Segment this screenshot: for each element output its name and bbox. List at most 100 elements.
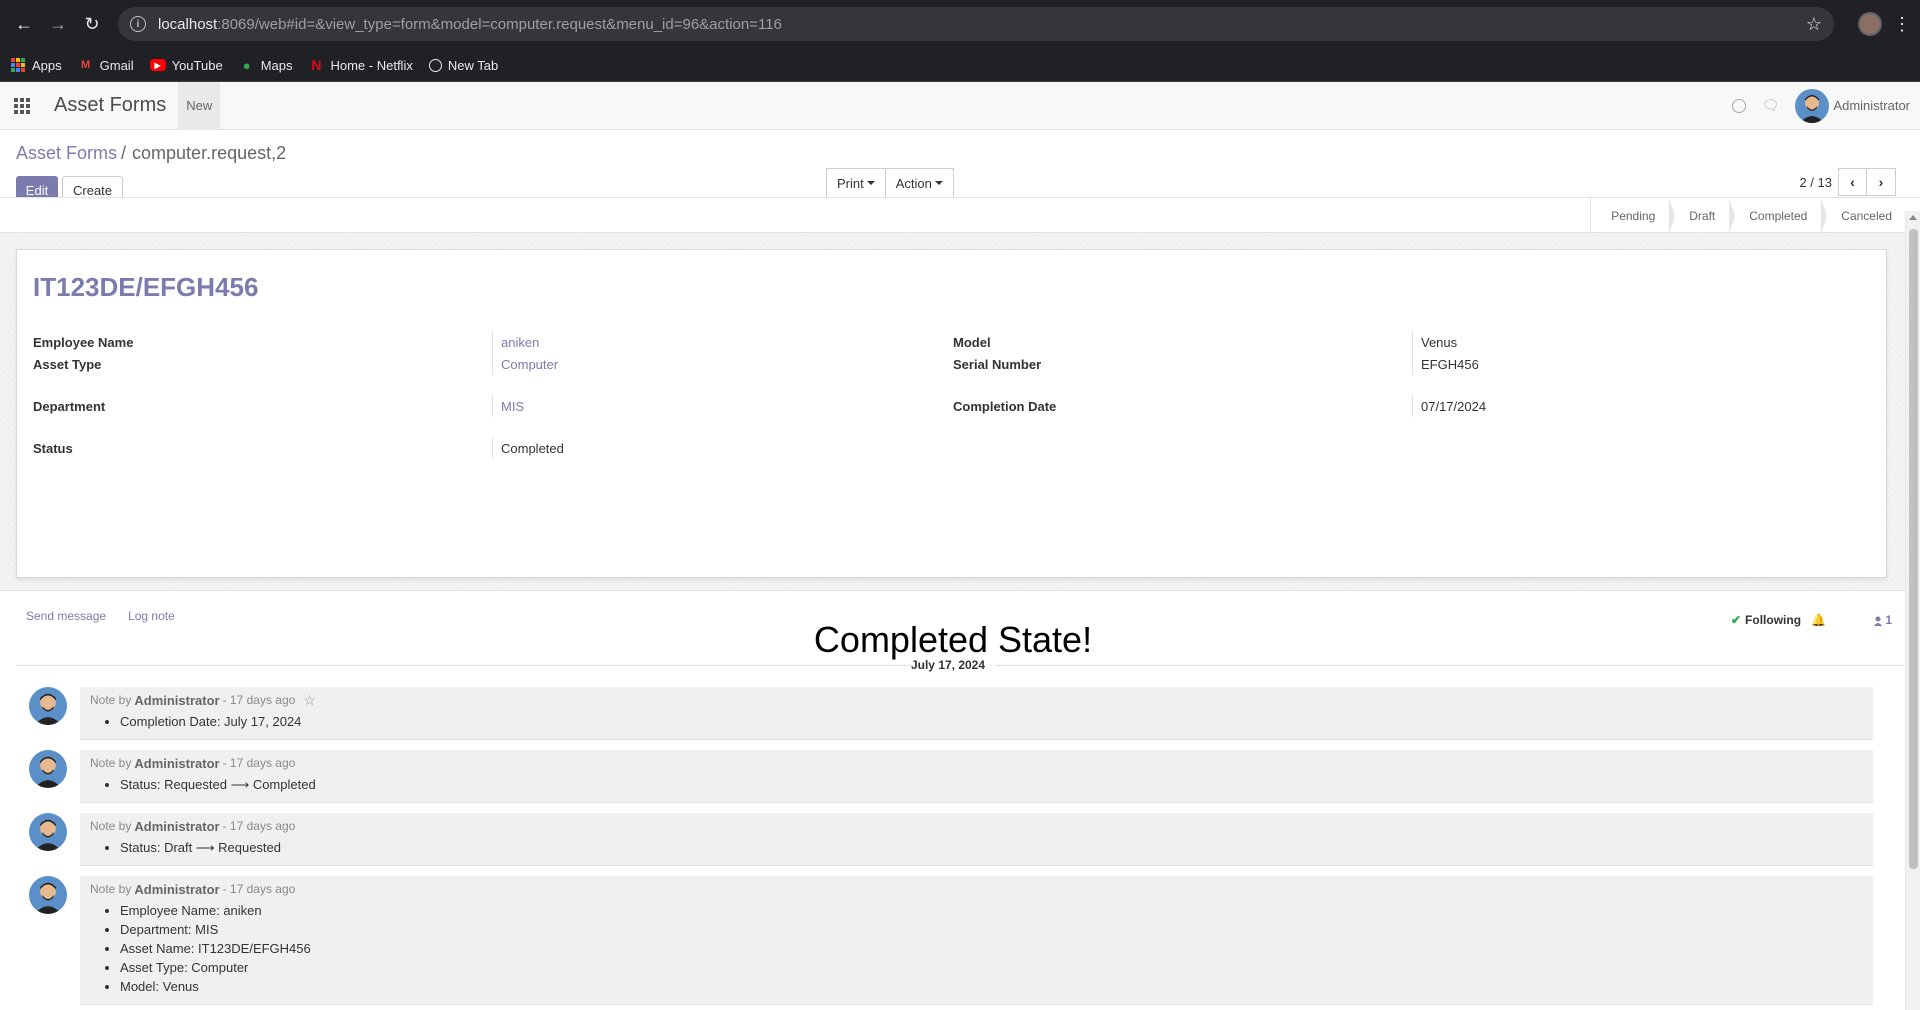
globe-icon (428, 58, 442, 72)
pager-previous-button[interactable]: ‹ (1838, 168, 1867, 196)
maps-icon: ● (242, 57, 251, 73)
form-sheet: IT123DE/EFGH456 Employee Name aniken Mod… (16, 249, 1887, 578)
model-value: Venus (1412, 331, 1873, 353)
message-prefix: Note by (90, 693, 132, 707)
star-icon[interactable]: ☆ (303, 692, 316, 709)
asset-type-value[interactable]: Computer (492, 353, 953, 375)
list-item: Note by Administrator - 17 days ago ☆ Co… (16, 687, 1904, 740)
avatar[interactable] (29, 813, 67, 851)
list-item: Note by Administrator - 17 days ago Empl… (16, 876, 1904, 1005)
app-navbar: Asset Forms New 🗨 Administrator (0, 81, 1920, 130)
person-icon (1874, 615, 1883, 626)
activity-clock-icon[interactable] (1731, 98, 1746, 113)
tracking-value: Asset Name: IT123DE/EFGH456 (120, 939, 1863, 958)
stage-completed[interactable]: Completed (1729, 198, 1828, 234)
avatar[interactable] (1795, 88, 1830, 123)
serial-number-label: Serial Number (953, 356, 1042, 372)
bookmark-label: Apps (32, 57, 62, 73)
scroll-up-arrow-icon[interactable] (1909, 215, 1917, 220)
page-scrollbar[interactable] (1905, 211, 1920, 1010)
message-prefix: Note by (90, 882, 132, 896)
control-panel: Asset Forms / computer.request,2 Edit Cr… (0, 130, 1920, 205)
list-item: Note by Administrator - 17 days ago Stat… (16, 750, 1904, 803)
tracking-value: Status: Requested ⟶ Completed (120, 775, 1863, 794)
bookmark-maps[interactable]: ● Maps (239, 57, 293, 73)
pager-value[interactable]: 2 / 13 (1799, 175, 1832, 190)
avatar[interactable] (29, 750, 67, 788)
message-time: - 17 days ago (222, 819, 296, 833)
avatar[interactable] (29, 876, 67, 914)
message-time: - 17 days ago (222, 693, 296, 707)
chevron-left-icon: ‹ (1850, 174, 1855, 190)
bookmark-label: Home - Netflix (330, 57, 413, 73)
scrollbar-thumb[interactable] (1909, 229, 1918, 869)
followers-button[interactable]: 1 (1874, 613, 1892, 627)
status-label: Status (33, 440, 73, 456)
bookmark-star-icon[interactable]: ☆ (1806, 14, 1822, 35)
action-dropdown[interactable]: Action (885, 168, 954, 198)
form-statusbar: Pending Draft Completed Canceled (0, 197, 1920, 234)
caret-down-icon (866, 181, 875, 185)
bookmark-label: Gmail (99, 57, 134, 73)
followers-count: 1 (1885, 613, 1892, 627)
asset-type-label: Asset Type (33, 356, 102, 372)
user-name[interactable]: Administrator (1833, 98, 1910, 113)
site-info-icon[interactable]: i (130, 16, 146, 32)
profile-avatar[interactable] (1858, 12, 1882, 36)
message-author[interactable]: Administrator (134, 756, 219, 771)
serial-number-value: EFGH456 (1412, 353, 1873, 375)
avatar[interactable] (29, 687, 67, 725)
message-author[interactable]: Administrator (134, 819, 219, 834)
message-prefix: Note by (90, 819, 132, 833)
message-author[interactable]: Administrator (134, 882, 219, 897)
stage-canceled[interactable]: Canceled (1821, 198, 1906, 234)
completion-date-value: 07/17/2024 (1412, 395, 1873, 417)
caret-down-icon (934, 181, 943, 185)
date-separator-label: July 17, 2024 (910, 658, 986, 672)
tracking-value: Asset Type: Computer (120, 958, 1863, 977)
app-title[interactable]: Asset Forms (54, 94, 166, 117)
pager: 2 / 13 ‹ › (1799, 168, 1896, 196)
message-list: Note by Administrator - 17 days ago ☆ Co… (16, 687, 1904, 1005)
breadcrumb-current: computer.request,2 (132, 142, 287, 163)
bell-icon[interactable]: 🔔 (1811, 613, 1826, 627)
bookmark-new-tab[interactable]: New Tab (428, 58, 498, 73)
employee-name-label: Employee Name (33, 334, 134, 350)
stage-pending[interactable]: Pending (1591, 198, 1676, 234)
bookmark-gmail[interactable]: M Gmail (78, 57, 134, 73)
status-value: Completed (492, 437, 953, 459)
breadcrumb-parent-link[interactable]: Asset Forms (16, 143, 117, 164)
app-menu-grid-icon[interactable] (14, 97, 30, 114)
stage-draft[interactable]: Draft (1669, 198, 1736, 234)
print-dropdown[interactable]: Print (826, 168, 886, 198)
apps-icon (10, 57, 26, 73)
tracking-value: Department: MIS (120, 920, 1863, 939)
check-icon: ✔ (1730, 613, 1742, 627)
chatter: Send message Log note Completed State! ✔… (0, 591, 1920, 1005)
bookmark-label: YouTube (171, 57, 223, 73)
forward-arrow-icon[interactable]: → (42, 8, 74, 40)
breadcrumb-separator: / (121, 142, 127, 163)
employee-name-value[interactable]: aniken (492, 331, 953, 353)
messaging-chat-icon[interactable]: 🗨 (1762, 97, 1780, 114)
following-button[interactable]: ✔ Following 🔔 (1731, 613, 1826, 627)
bookmark-netflix[interactable]: N Home - Netflix (308, 57, 412, 73)
status-stages: Pending Draft Completed Canceled (1590, 198, 1906, 234)
bookmark-label: Maps (260, 57, 293, 73)
bookmarks-bar: Apps M Gmail ▶ YouTube ● Maps N Home - N… (0, 48, 1920, 82)
bookmark-apps[interactable]: Apps (10, 57, 62, 73)
back-arrow-icon[interactable]: ← (8, 8, 40, 40)
pager-next-button[interactable]: › (1867, 168, 1896, 196)
tracking-value: Employee Name: aniken (120, 901, 1863, 920)
form-fields: Employee Name aniken Model Venus Asset T… (33, 331, 1870, 459)
action-label: Action (895, 175, 932, 191)
menu-item-new[interactable]: New (178, 81, 221, 130)
kebab-menu-icon[interactable]: ⋮ (1892, 14, 1912, 35)
youtube-icon: ▶ (149, 59, 166, 71)
bookmark-youtube[interactable]: ▶ YouTube (149, 57, 223, 73)
reload-icon[interactable]: ↻ (76, 8, 108, 40)
gmail-icon: M (81, 59, 91, 71)
message-author[interactable]: Administrator (134, 693, 219, 708)
address-bar[interactable]: i localhost:8069/web#id=&view_type=form&… (118, 7, 1834, 41)
department-value[interactable]: MIS (492, 395, 953, 417)
